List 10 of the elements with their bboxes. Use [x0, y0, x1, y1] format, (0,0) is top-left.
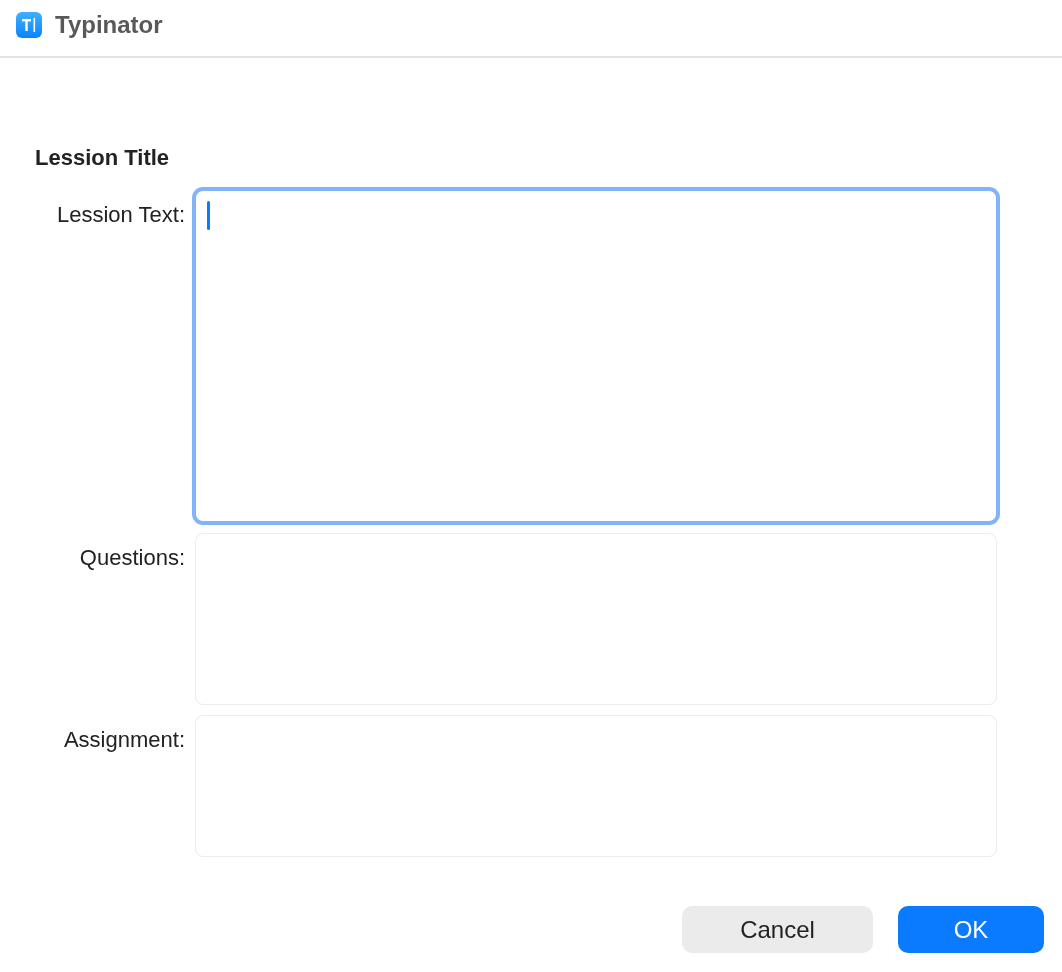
text-caret: [207, 201, 210, 230]
text-area-field[interactable]: [195, 190, 997, 522]
field-label: Lession Text:: [56, 201, 185, 228]
cancel-button[interactable]: Cancel: [682, 906, 873, 953]
ok-button[interactable]: OK: [898, 906, 1044, 953]
lesson-title-heading: Lession Title: [35, 145, 170, 171]
app-icon: [16, 12, 42, 38]
field-label: Questions:: [78, 544, 185, 571]
field-label: Assignment:: [62, 726, 185, 753]
window-title: Typinator: [55, 11, 163, 39]
